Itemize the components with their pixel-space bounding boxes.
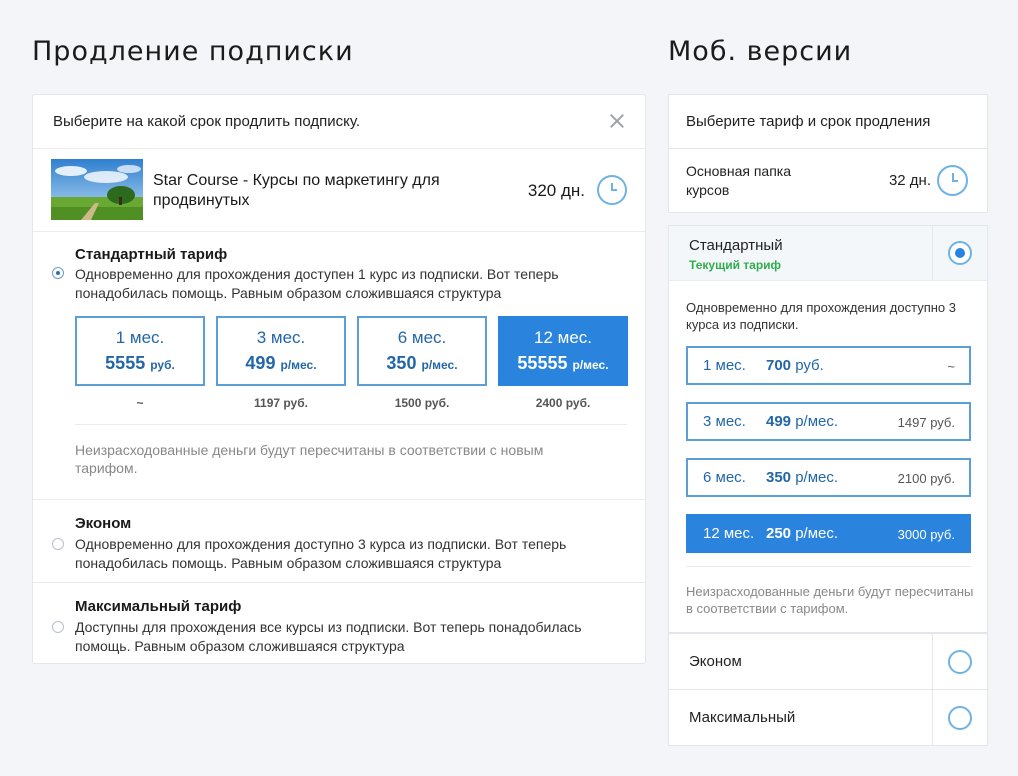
period-price: 55555 р/мес. bbox=[500, 353, 626, 374]
close-icon[interactable] bbox=[607, 111, 627, 131]
mobile-course-name: Основная папка курсов bbox=[686, 163, 791, 198]
mobile-period-3-months-button[interactable]: 3 мес. 499 р/мес. 1497 руб. bbox=[686, 402, 971, 441]
course-thumbnail bbox=[51, 159, 143, 220]
course-name: Star Course - Курсы по маркетингу для пр… bbox=[153, 172, 440, 209]
price-value: 55555 bbox=[517, 353, 568, 373]
divider bbox=[932, 690, 933, 745]
price-value: 499 bbox=[245, 353, 276, 373]
period-options: 1 мес. 5555 руб. 3 мес. 499 р/мес. 6 мес… bbox=[75, 316, 628, 386]
renewal-dialog: Выберите на какой срок продлить подписку… bbox=[32, 94, 646, 664]
tariff-standard[interactable]: Стандартный тариф Одновременно для прохо… bbox=[33, 232, 645, 500]
mobile-tariff-name: Максимальный bbox=[689, 709, 796, 726]
tariff-maximum[interactable]: Максимальный тариф Доступны для прохожде… bbox=[33, 583, 645, 665]
clock-icon bbox=[937, 165, 968, 196]
period-months: 6 мес. bbox=[397, 328, 447, 347]
dialog-header: Выберите на какой срок продлить подписку… bbox=[33, 95, 645, 149]
divider bbox=[932, 634, 933, 689]
period-total: 1500 руб. bbox=[394, 396, 450, 410]
period-3-months-button[interactable]: 3 мес. 499 р/мес. bbox=[216, 316, 346, 386]
mobile-tariff-economy-radio[interactable] bbox=[948, 650, 972, 674]
period-total: 2400 руб. bbox=[535, 396, 591, 410]
mobile-header: Выберите тариф и срок продления bbox=[668, 94, 988, 149]
current-tariff-badge: Текущий тариф bbox=[689, 258, 782, 272]
divider bbox=[932, 226, 933, 280]
period-total: 2100 руб. bbox=[897, 471, 955, 486]
period-totals: ~ 1197 руб. 1500 руб. 2400 руб. bbox=[75, 396, 628, 410]
clock-icon bbox=[597, 175, 627, 205]
mobile-recalculation-note: Неизрасходованные деньги будут пересчита… bbox=[686, 584, 974, 616]
tariff-name: Максимальный тариф bbox=[75, 598, 242, 615]
period-1-month-button[interactable]: 1 мес. 5555 руб. bbox=[75, 316, 205, 386]
tariff-standard-radio[interactable] bbox=[52, 267, 64, 279]
mobile-tariff-description: Одновременно для прохождения доступно 3 … bbox=[686, 300, 956, 332]
period-total: 1497 руб. bbox=[897, 415, 955, 430]
period-total: ~ bbox=[136, 396, 144, 410]
mobile-course-days: 32 дн. bbox=[888, 172, 931, 189]
period-months: 12 мес. bbox=[703, 525, 755, 542]
price-unit: руб. bbox=[150, 358, 175, 372]
mobile-title: Выберите тариф и срок продления bbox=[686, 113, 931, 130]
divider bbox=[75, 424, 627, 425]
period-months: 6 мес. bbox=[703, 469, 746, 486]
tariff-maximum-radio[interactable] bbox=[52, 621, 64, 633]
price-value: 5555 bbox=[105, 353, 146, 373]
period-total: 3000 руб. bbox=[897, 527, 955, 542]
course-row: Star Course - Курсы по маркетингу для пр… bbox=[33, 149, 645, 232]
mobile-tariff-standard: Стандартный Текущий тариф Одновременно д… bbox=[668, 225, 988, 633]
recalculation-note: Неизрасходованные деньги будут пересчита… bbox=[75, 442, 544, 476]
price-value: 499 bbox=[766, 413, 792, 430]
period-price: 5555 руб. bbox=[77, 353, 203, 374]
mobile-tariff-name: Эконом bbox=[689, 653, 742, 670]
page-title: Продление подписки bbox=[32, 36, 354, 67]
period-6-months-button[interactable]: 6 мес. 350 р/мес. bbox=[357, 316, 487, 386]
period-months: 3 мес. bbox=[703, 413, 746, 430]
tariff-economy-radio[interactable] bbox=[52, 538, 64, 550]
price-value: 350 bbox=[386, 353, 417, 373]
dialog-title: Выберите на какой срок продлить подписку… bbox=[53, 113, 361, 130]
mobile-period-6-months-button[interactable]: 6 мес. 350 р/мес. 2100 руб. bbox=[686, 458, 971, 497]
price-unit: р/мес. bbox=[572, 358, 609, 372]
mobile-tariff-maximum-radio[interactable] bbox=[948, 706, 972, 730]
price-unit: р/мес. bbox=[795, 469, 839, 486]
period-price: 499 р/мес. bbox=[218, 353, 344, 374]
period-months: 3 мес. bbox=[256, 328, 306, 347]
mobile-section-title: Моб. версии bbox=[668, 36, 853, 67]
price-unit: р/мес. bbox=[795, 525, 839, 542]
mobile-period-options: 1 мес. 700 руб. ~ 3 мес. 499 р/мес. 1497… bbox=[686, 346, 971, 570]
mobile-tariff-name: Стандартный bbox=[689, 237, 783, 254]
period-price: 700 руб. bbox=[766, 357, 824, 374]
period-total: ~ bbox=[947, 359, 955, 374]
period-price: 250 р/мес. bbox=[766, 525, 838, 542]
period-months: 12 мес. bbox=[534, 328, 592, 347]
price-value: 250 bbox=[766, 525, 792, 542]
mobile-tariff-economy[interactable]: Эконом bbox=[668, 633, 988, 690]
tariff-name: Стандартный тариф bbox=[75, 246, 228, 263]
mobile-tariff-standard-radio[interactable] bbox=[948, 241, 972, 265]
period-12-months-button[interactable]: 12 мес. 55555 р/мес. bbox=[498, 316, 628, 386]
tariff-description: Одновременно для прохождения доступно 3 … bbox=[75, 536, 567, 571]
price-unit: руб. bbox=[795, 357, 824, 374]
mobile-period-1-month-button[interactable]: 1 мес. 700 руб. ~ bbox=[686, 346, 971, 385]
price-value: 700 bbox=[766, 357, 792, 374]
divider bbox=[686, 566, 971, 567]
period-months: 1 мес. bbox=[703, 357, 746, 374]
price-unit: р/мес. bbox=[280, 358, 317, 372]
mobile-course-row: Основная папка курсов 32 дн. bbox=[668, 148, 988, 213]
tariff-description: Доступны для прохождения все курсы из по… bbox=[75, 619, 582, 654]
tariff-description: Одновременно для прохождения доступен 1 … bbox=[75, 266, 559, 301]
tariff-economy[interactable]: Эконом Одновременно для прохождения дост… bbox=[33, 500, 645, 583]
period-price: 499 р/мес. bbox=[766, 413, 838, 430]
tariff-name: Эконом bbox=[75, 515, 132, 532]
course-days-left: 320 дн. bbox=[527, 181, 585, 200]
period-total: 1197 руб. bbox=[254, 396, 308, 410]
mobile-tariff-maximum[interactable]: Максимальный bbox=[668, 689, 988, 746]
mobile-tariff-standard-header[interactable]: Стандартный Текущий тариф bbox=[669, 226, 987, 281]
period-months: 1 мес. bbox=[115, 328, 165, 347]
price-value: 350 bbox=[766, 469, 792, 486]
price-unit: р/мес. bbox=[795, 413, 839, 430]
mobile-period-12-months-button[interactable]: 12 мес. 250 р/мес. 3000 руб. bbox=[686, 514, 971, 553]
period-price: 350 р/мес. bbox=[359, 353, 485, 374]
period-price: 350 р/мес. bbox=[766, 469, 838, 486]
price-unit: р/мес. bbox=[421, 358, 458, 372]
